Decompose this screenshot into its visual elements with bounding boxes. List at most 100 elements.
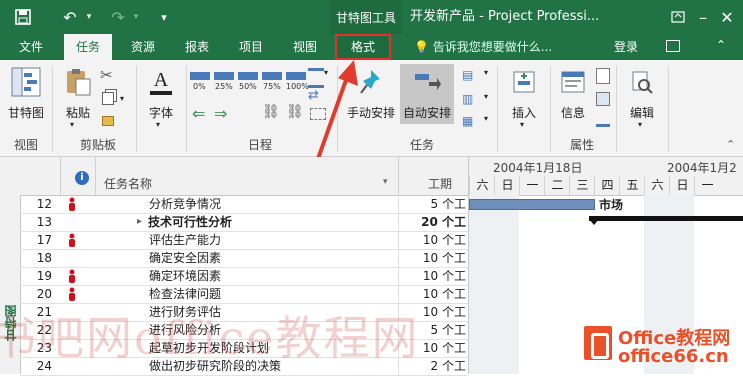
ribbon-collapse-icon[interactable]: ⌃ bbox=[716, 38, 726, 52]
ribbon-display-options-icon[interactable] bbox=[666, 0, 690, 34]
group-separator bbox=[616, 66, 617, 152]
link-tasks-icon[interactable]: ⛓ bbox=[262, 104, 280, 120]
tell-me-box[interactable]: 💡 告诉我您想要做什么... bbox=[414, 34, 552, 60]
cut-icon[interactable]: ✂ bbox=[100, 66, 113, 84]
table-row[interactable]: 17 评估生产能力 10 个工 bbox=[20, 231, 468, 250]
clipboard-group-label: 剪贴板 bbox=[79, 138, 116, 152]
column-header-duration[interactable]: 工期 bbox=[428, 175, 452, 192]
inspect-icon[interactable]: ▤ bbox=[462, 68, 473, 82]
copy-icon[interactable] bbox=[102, 92, 114, 105]
task-name-cell[interactable]: 确定环境因素 bbox=[149, 267, 397, 285]
select-all-corner[interactable] bbox=[0, 157, 61, 195]
editing-button[interactable]: 编辑 bbox=[624, 66, 660, 121]
close-icon[interactable]: ✕ bbox=[715, 0, 739, 34]
outdent-task-icon[interactable]: ⇐ bbox=[192, 104, 205, 123]
auto-schedule-icon bbox=[411, 64, 443, 98]
duration-cell[interactable]: 10 个工 bbox=[400, 285, 466, 303]
timescale-day: 日 bbox=[669, 176, 695, 195]
mark-50-percent-icon[interactable] bbox=[238, 72, 258, 80]
paste-dropdown-icon[interactable]: ▾ bbox=[70, 120, 74, 129]
information-icon bbox=[558, 66, 588, 98]
timescale-day: 六 bbox=[644, 176, 670, 195]
move-dropdown-icon[interactable]: ▾ bbox=[484, 92, 488, 101]
mode-icon[interactable]: ▦ bbox=[462, 114, 473, 128]
tab-project[interactable]: 项目 bbox=[228, 34, 274, 60]
expand-collapse-icon[interactable]: ▸ bbox=[137, 213, 142, 231]
restore-window-icon[interactable] bbox=[666, 40, 680, 52]
font-label: 字体 bbox=[148, 106, 173, 120]
indicators-info-icon: i bbox=[75, 171, 89, 185]
mark-0-percent-icon[interactable] bbox=[190, 72, 210, 80]
summary-task-bar[interactable] bbox=[589, 216, 743, 221]
duration-cell[interactable]: 20 个工 bbox=[400, 213, 466, 231]
ribbon: 甘特图 视图 粘贴 ▾ ✂ ▾ 剪贴板 A 字体 ▾ 0% 25% 50% 75% 10… bbox=[0, 60, 743, 157]
inspect-dropdown-icon[interactable]: ▾ bbox=[484, 68, 488, 77]
save-icon[interactable] bbox=[10, 0, 36, 34]
insert-dropdown-icon[interactable]: ▾ bbox=[520, 120, 524, 129]
resource-person-icon bbox=[68, 197, 76, 211]
notes-icon[interactable] bbox=[596, 68, 610, 84]
resource-person-icon bbox=[68, 269, 76, 283]
customize-qat-icon[interactable]: ▾ bbox=[154, 0, 174, 34]
table-row[interactable]: 19 确定环境因素 10 个工 bbox=[20, 267, 468, 286]
undo-icon[interactable]: ↶ bbox=[58, 0, 82, 34]
table-row[interactable]: 18 确定安全因素 10 个工 bbox=[20, 249, 468, 268]
column-header-dropdown-icon[interactable]: ▾ bbox=[383, 177, 388, 187]
duration-cell[interactable]: 10 个工 bbox=[400, 231, 466, 249]
group-separator bbox=[136, 66, 137, 152]
timescale-day: 日 bbox=[494, 176, 520, 195]
gantt-chart-label: 甘特图 bbox=[7, 106, 44, 120]
details-icon[interactable] bbox=[596, 92, 610, 106]
timescale-day: 一 bbox=[694, 176, 720, 195]
tab-report[interactable]: 报表 bbox=[174, 34, 220, 60]
row-id: 17 bbox=[36, 233, 52, 247]
font-button[interactable]: A 字体 bbox=[144, 66, 178, 121]
duration-cell[interactable]: 5 个工 bbox=[400, 195, 466, 213]
duration-cell[interactable]: 10 个工 bbox=[400, 267, 466, 285]
duration-cell[interactable]: 10 个工 bbox=[400, 249, 466, 267]
mode-dropdown-icon[interactable]: ▾ bbox=[484, 114, 488, 123]
auto-schedule-button[interactable]: 自动安排 bbox=[400, 64, 454, 124]
mark-75-percent-icon[interactable] bbox=[262, 72, 282, 80]
task-name-cell[interactable]: 评估生产能力 bbox=[149, 231, 397, 249]
gantt-chart-icon bbox=[10, 66, 42, 98]
mark-25-percent-icon[interactable] bbox=[214, 72, 234, 80]
table-row[interactable]: 13 ▸ 技术可行性分析 20 个工 bbox=[20, 213, 468, 232]
weekend-shading bbox=[469, 195, 519, 374]
paste-label: 粘贴 bbox=[65, 106, 90, 120]
office-logo-icon bbox=[584, 326, 612, 360]
task-name-cell[interactable]: 分析竞争情况 bbox=[149, 195, 397, 213]
title-bar: ↶ ▾ ↷ ▾ ▾ 甘特图工具 开发新产品 - Project Professi… bbox=[0, 0, 743, 34]
paste-button[interactable]: 粘贴 bbox=[60, 66, 96, 121]
row-id: 20 bbox=[36, 287, 52, 301]
tab-file[interactable]: 文件 bbox=[8, 34, 54, 60]
collapse-ribbon-icon[interactable]: ⌃ bbox=[726, 138, 735, 151]
group-separator bbox=[550, 66, 551, 152]
font-dropdown-icon[interactable]: ▾ bbox=[156, 120, 160, 129]
view-group-label: 视图 bbox=[13, 138, 38, 152]
move-icon[interactable]: ▥ bbox=[462, 92, 473, 106]
column-header-task-name[interactable]: 任务名称 bbox=[104, 175, 152, 192]
task-name-cell[interactable]: 确定安全因素 bbox=[149, 249, 397, 267]
information-button[interactable]: 信息 bbox=[556, 66, 590, 121]
editing-dropdown-icon[interactable]: ▾ bbox=[638, 120, 642, 129]
table-row[interactable]: 12 分析竞争情况 5 个工 bbox=[20, 195, 468, 214]
format-painter-icon[interactable] bbox=[102, 116, 114, 126]
insert-button[interactable]: 插入 bbox=[504, 66, 544, 121]
add-to-timeline-icon[interactable] bbox=[596, 114, 610, 127]
indent-task-icon[interactable]: ⇒ bbox=[214, 104, 227, 123]
tab-resource[interactable]: 资源 bbox=[120, 34, 166, 60]
gantt-chart-button[interactable]: 甘特图 bbox=[6, 66, 46, 121]
timescale-day: 三 bbox=[569, 176, 595, 195]
undo-dropdown-icon[interactable]: ▾ bbox=[83, 0, 95, 34]
tell-me-text: 告诉我您想要做什么... bbox=[432, 40, 553, 54]
copy-dropdown-icon[interactable]: ▾ bbox=[120, 94, 124, 103]
task-name-cell[interactable]: 检查法律问题 bbox=[149, 285, 397, 303]
task-name-cell[interactable]: 技术可行性分析 bbox=[148, 213, 396, 231]
tab-task[interactable]: 任务 bbox=[64, 34, 112, 60]
font-icon: A bbox=[146, 66, 176, 98]
minimize-icon[interactable]: – bbox=[692, 0, 714, 34]
context-tab-group-label: 甘特图工具 bbox=[330, 0, 402, 34]
signin-link[interactable]: 登录 bbox=[614, 34, 638, 60]
task-bar[interactable] bbox=[469, 199, 595, 210]
